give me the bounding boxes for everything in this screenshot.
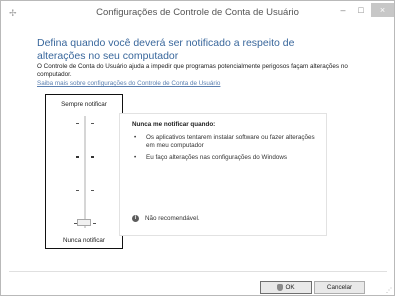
slider-tick — [91, 156, 94, 158]
page-heading: Defina quando você deverá ser notificado… — [37, 37, 295, 62]
slider-tick — [76, 156, 79, 158]
maximize-button[interactable]: □ — [353, 3, 369, 17]
slider-thumb[interactable] — [77, 219, 91, 226]
slider-tick — [76, 123, 79, 124]
notification-slider[interactable]: Sempre notificar Nunca notificar — [45, 94, 123, 249]
level-title: Nunca me notificar quando: — [132, 121, 216, 128]
info-icon: i — [132, 215, 139, 222]
shield-icon — [277, 283, 284, 291]
slider-tick — [91, 190, 94, 191]
uac-settings-window: ✢ Configurações de Controle de Conta de … — [0, 0, 395, 296]
slider-tick — [76, 190, 79, 191]
note-text: Não recomendável. — [145, 215, 200, 223]
ok-label: OK — [285, 284, 295, 291]
title-bar[interactable]: ✢ Configurações de Controle de Conta de … — [1, 1, 394, 25]
level-bullets: Os aplicativos tentarem instalar softwar… — [132, 134, 317, 166]
slider-tick — [91, 123, 94, 124]
minimize-button[interactable]: – — [335, 3, 351, 17]
footer-divider — [9, 271, 387, 272]
close-button[interactable]: × — [371, 3, 394, 17]
level-description-panel: Nunca me notificar quando: Os aplicativo… — [119, 113, 327, 236]
slider-track[interactable] — [84, 116, 86, 228]
cancel-button[interactable]: Cancelar — [314, 281, 365, 294]
list-item: Os aplicativos tentarem instalar softwar… — [132, 134, 317, 150]
list-item: Eu faço alterações nas configurações do … — [132, 154, 317, 162]
description-text: O Controle de Conta do Usuário ajuda a i… — [37, 63, 348, 78]
slider-tick — [93, 223, 96, 224]
learn-more-link[interactable]: Saiba mais sobre configurações do Contro… — [37, 80, 220, 87]
slider-top-label: Sempre notificar — [61, 101, 107, 108]
slider-bottom-label: Nunca notificar — [63, 237, 105, 244]
ok-button[interactable]: OK — [260, 281, 312, 294]
resize-grip-icon[interactable]: ⋰ — [386, 287, 392, 294]
recommendation-note: i Não recomendável. — [132, 215, 200, 222]
